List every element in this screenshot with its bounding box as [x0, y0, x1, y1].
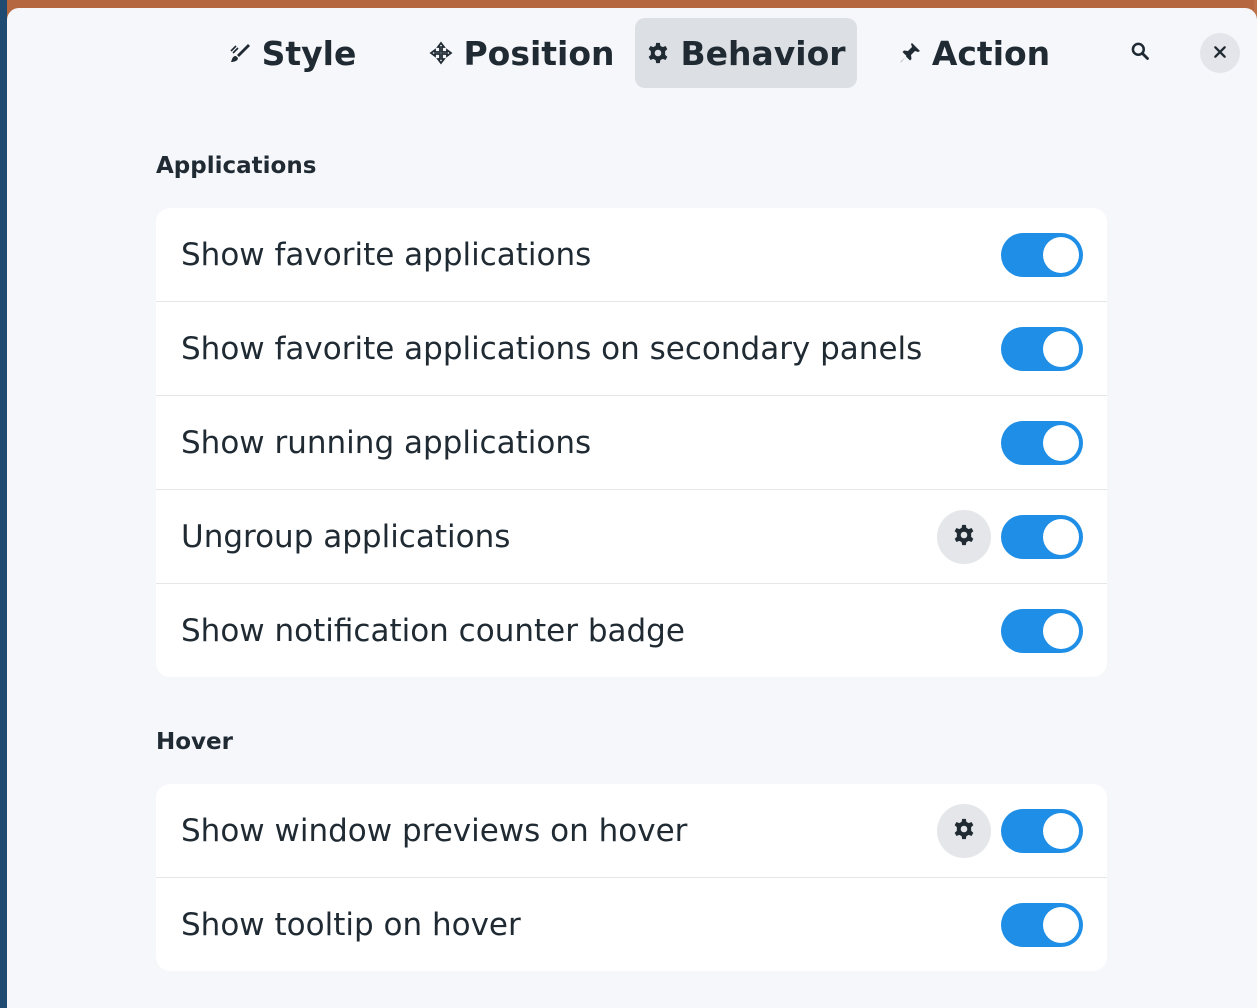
brush-icon: [228, 41, 252, 65]
notification-badge-toggle[interactable]: [1001, 608, 1083, 653]
list-item: Show favorite applications: [156, 208, 1107, 302]
search-button[interactable]: [1120, 33, 1160, 73]
search-icon: [1130, 41, 1150, 65]
list-item: Show window previews on hover: [156, 784, 1107, 878]
gear-icon: [646, 41, 670, 65]
show-running-toggle[interactable]: [1001, 420, 1083, 465]
tab-behavior[interactable]: Behavior: [635, 18, 857, 88]
tab-behavior-label: Behavior: [680, 33, 846, 73]
show-favorites-secondary-toggle[interactable]: [1001, 326, 1083, 371]
row-label: Show tooltip on hover: [181, 906, 521, 943]
previews-settings-button[interactable]: [937, 803, 991, 858]
tab-position-label: Position: [463, 33, 615, 73]
move-icon: [429, 41, 453, 65]
close-button[interactable]: [1200, 33, 1240, 73]
tab-action-label: Action: [931, 33, 1051, 73]
tab-style-label: Style: [261, 33, 357, 73]
tab-position[interactable]: Position: [427, 18, 617, 88]
row-label: Show favorite applications on secondary …: [181, 330, 923, 367]
toggle-knob: [1043, 236, 1079, 273]
preferences-window: Style Position Behavior Action Applicati…: [7, 8, 1257, 1008]
toggle-knob: [1043, 518, 1079, 555]
list-item: Show running applications: [156, 396, 1107, 490]
toggle-knob: [1043, 330, 1079, 367]
gear-icon: [953, 524, 975, 550]
hover-card: Show window previews on hover Show toolt…: [156, 784, 1107, 971]
section-title-applications: Applications: [156, 153, 317, 179]
toggle-knob: [1043, 812, 1079, 849]
toggle-knob: [1043, 612, 1079, 649]
toggle-knob: [1043, 424, 1079, 461]
show-favorites-toggle[interactable]: [1001, 232, 1083, 277]
list-item: Show notification counter badge: [156, 584, 1107, 677]
toggle-knob: [1043, 906, 1079, 943]
list-item: Show tooltip on hover: [156, 878, 1107, 971]
gear-icon: [953, 818, 975, 844]
tab-action[interactable]: Action: [889, 18, 1059, 88]
tooltip-toggle[interactable]: [1001, 902, 1083, 947]
pin-icon: [898, 41, 922, 65]
list-item: Ungroup applications: [156, 490, 1107, 584]
ungroup-settings-button[interactable]: [937, 509, 991, 564]
row-label: Show running applications: [181, 424, 592, 461]
row-label: Show notification counter badge: [181, 612, 685, 649]
tab-style[interactable]: Style: [222, 18, 362, 88]
window-previews-toggle[interactable]: [1001, 808, 1083, 853]
applications-card: Show favorite applications Show favorite…: [156, 208, 1107, 677]
row-label: Ungroup applications: [181, 518, 511, 555]
row-label: Show favorite applications: [181, 236, 592, 273]
section-title-hover: Hover: [156, 729, 233, 755]
list-item: Show favorite applications on secondary …: [156, 302, 1107, 396]
row-label: Show window previews on hover: [181, 812, 688, 849]
ungroup-toggle[interactable]: [1001, 514, 1083, 559]
close-icon: [1213, 44, 1227, 63]
